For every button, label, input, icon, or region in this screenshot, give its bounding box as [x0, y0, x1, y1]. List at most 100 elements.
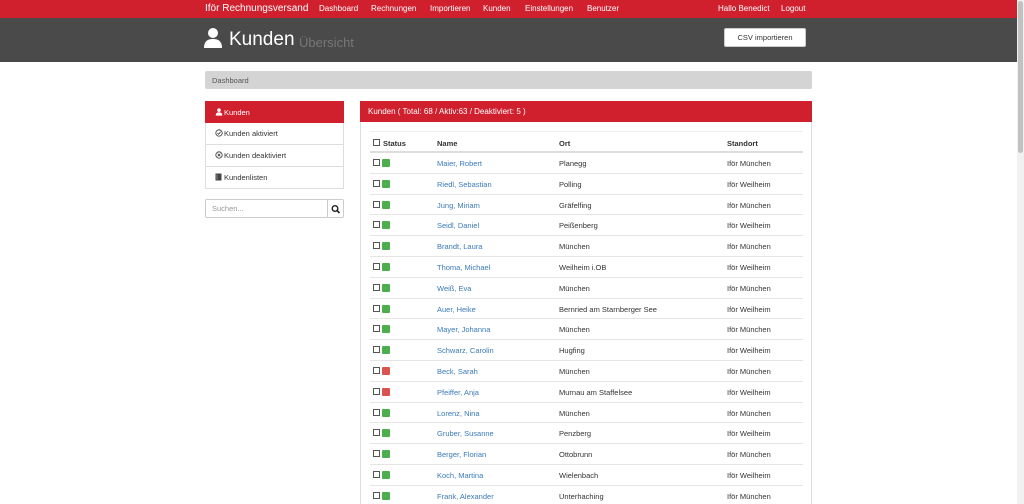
check-circle-icon: [214, 129, 223, 139]
status-active-indicator: [382, 304, 390, 313]
row-checkbox[interactable]: [373, 366, 380, 374]
row-checkbox[interactable]: [373, 221, 380, 229]
sidebar-item-kunden[interactable]: Kunden: [205, 101, 344, 123]
row-checkbox[interactable]: [373, 470, 380, 478]
customer-standort: Iför München: [727, 200, 771, 210]
table-row: Schwarz, Carolin Hugfing Iför Weilheim: [370, 340, 803, 361]
scrollbar-thumb[interactable]: [1018, 1, 1023, 153]
customer-name-link[interactable]: Maier, Robert: [437, 159, 482, 168]
customer-standort: Iför München: [727, 325, 771, 335]
customer-ort: München: [559, 366, 590, 376]
status-active-indicator: [382, 283, 390, 292]
customer-ort: Unterhaching: [559, 491, 604, 501]
row-checkbox[interactable]: [373, 346, 380, 354]
customer-name-link[interactable]: Berger, Florian: [437, 450, 486, 459]
customer-standort: Iför Weilheim: [727, 346, 771, 356]
customer-standort: Iför Weilheim: [727, 221, 771, 231]
csv-import-button[interactable]: CSV importieren: [724, 28, 806, 47]
nav-importieren[interactable]: Importieren: [430, 4, 470, 13]
customer-name-link[interactable]: Beck, Sarah: [437, 367, 478, 376]
brand-link[interactable]: Iför Rechnungsversand: [205, 3, 308, 14]
row-checkbox[interactable]: [373, 387, 380, 395]
column-standort: Standort: [727, 139, 758, 148]
search-button[interactable]: [328, 199, 344, 218]
nav-user-greeting[interactable]: Hallo Benedict: [718, 4, 770, 13]
customer-name-link[interactable]: Pfeiffer, Anja: [437, 388, 479, 397]
customer-standort: Iför München: [727, 242, 771, 252]
nav-kunden[interactable]: Kunden: [483, 4, 511, 13]
row-checkbox[interactable]: [373, 262, 380, 270]
status-active-indicator: [382, 325, 390, 334]
status-active-indicator: [382, 408, 390, 417]
customer-name-link[interactable]: Seidl, Daniel: [437, 221, 479, 230]
row-checkbox[interactable]: [373, 159, 380, 166]
row-checkbox[interactable]: [373, 325, 380, 333]
breadcrumb-dashboard[interactable]: Dashboard: [212, 76, 249, 85]
customer-standort: Iför Weilheim: [727, 470, 771, 480]
customer-name-link[interactable]: Auer, Heike: [437, 305, 476, 314]
select-all-checkbox[interactable]: [373, 139, 380, 146]
sidebar-item-kunden-aktiviert[interactable]: Kunden aktiviert: [205, 123, 344, 145]
sidebar-item-kundenlisten[interactable]: Kundenlisten: [205, 167, 344, 189]
customer-name-link[interactable]: Weiß, Eva: [437, 284, 471, 293]
customer-ort: Bernried am Starnberger See: [559, 304, 657, 314]
table-row: Mayer, Johanna München Iför München: [370, 319, 803, 341]
table-row: Gruber, Susanne Penzberg Iför Weilheim: [370, 423, 803, 445]
row-checkbox[interactable]: [373, 200, 380, 208]
status-active-indicator: [382, 429, 390, 438]
status-active-indicator: [382, 262, 390, 271]
customers-table: Status Name Ort Standort Maier, Robert Pl…: [370, 131, 803, 504]
user-icon: [214, 108, 223, 118]
table-row: Maier, Robert Planegg Iför München: [370, 153, 803, 174]
page-header: Kunden Übersicht CSV importieren: [0, 18, 1017, 62]
table-row: Frank, Alexander Unterhaching Iför München: [370, 486, 803, 504]
nav-dashboard[interactable]: Dashboard: [319, 4, 358, 13]
search-input[interactable]: [205, 199, 328, 218]
row-checkbox[interactable]: [373, 179, 380, 187]
sidebar-item-label: Kunden: [224, 108, 250, 117]
customer-ort: München: [559, 283, 590, 293]
customer-name-link[interactable]: Brandt, Laura: [437, 242, 482, 251]
row-checkbox[interactable]: [373, 304, 380, 312]
sidebar: Kunden Kunden aktiviert Kunden deaktivie…: [205, 101, 344, 189]
row-checkbox[interactable]: [373, 429, 380, 437]
customer-name-link[interactable]: Schwarz, Carolin: [437, 346, 494, 355]
page-subtitle: Übersicht: [299, 35, 354, 50]
customer-name-link[interactable]: Koch, Martina: [437, 471, 483, 480]
nav-logout[interactable]: Logout: [781, 4, 805, 13]
nav-benutzer[interactable]: Benutzer: [587, 4, 619, 13]
customer-standort: Iför Weilheim: [727, 179, 771, 189]
customer-name-link[interactable]: Mayer, Johanna: [437, 325, 490, 334]
table-row: Riedl, Sebastian Polling Iför Weilheim: [370, 174, 803, 195]
status-active-indicator: [382, 242, 390, 251]
customer-ort: München: [559, 325, 590, 335]
customer-name-link[interactable]: Gruber, Susanne: [437, 429, 494, 438]
status-active-indicator: [382, 491, 390, 500]
customer-name-link[interactable]: Thoma, Michael: [437, 263, 490, 272]
table-header: Status Name Ort Standort: [370, 131, 803, 153]
table-row: Berger, Florian Ottobrunn Iför München: [370, 444, 803, 465]
customer-ort: Weilheim i.OB: [559, 262, 607, 272]
customer-name-link[interactable]: Riedl, Sebastian: [437, 180, 492, 189]
customer-standort: Iför Weilheim: [727, 387, 771, 397]
search-icon: [331, 204, 341, 214]
customer-ort: Planegg: [559, 159, 587, 168]
row-checkbox[interactable]: [373, 242, 380, 250]
table-row: Jung, Miriam Gräfelfing Iför München: [370, 195, 803, 216]
row-checkbox[interactable]: [373, 408, 380, 416]
row-checkbox[interactable]: [373, 450, 380, 458]
table-row: Koch, Martina Wielenbach Iför Weilheim: [370, 465, 803, 486]
page-scrollbar[interactable]: [1017, 0, 1024, 504]
customer-name-link[interactable]: Lorenz, Nina: [437, 409, 480, 418]
customer-standort: Iför München: [727, 366, 771, 376]
customer-name-link[interactable]: Frank, Alexander: [437, 492, 494, 501]
customer-ort: Polling: [559, 179, 582, 189]
nav-rechnungen[interactable]: Rechnungen: [371, 4, 416, 13]
nav-einstellungen[interactable]: Einstellungen: [525, 4, 573, 13]
top-navbar: Iför Rechnungsversand Dashboard Rechnung…: [0, 0, 1017, 18]
table-row: Weiß, Eva München Iför München: [370, 278, 803, 299]
sidebar-item-kunden-deaktiviert[interactable]: Kunden deaktiviert: [205, 145, 344, 167]
customer-name-link[interactable]: Jung, Miriam: [437, 201, 480, 210]
row-checkbox[interactable]: [373, 283, 380, 291]
row-checkbox[interactable]: [373, 491, 380, 499]
